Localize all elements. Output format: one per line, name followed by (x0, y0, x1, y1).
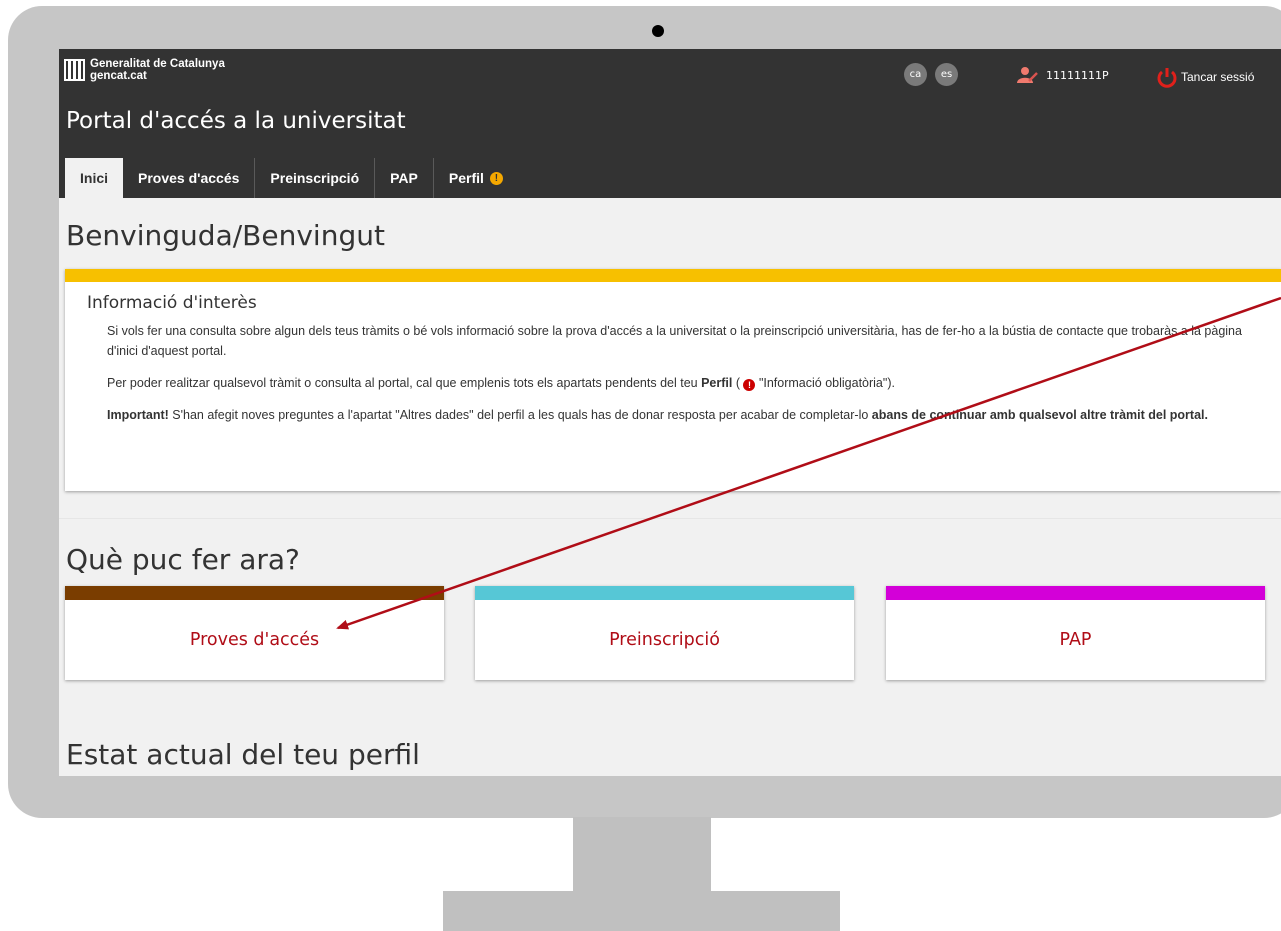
user-id: 11111111P (1046, 68, 1109, 82)
logout-button[interactable]: Tancar sessió (1156, 66, 1254, 88)
action-card-pap[interactable]: PAP (886, 586, 1265, 680)
tab-proves-acces[interactable]: Proves d'accés (123, 158, 256, 198)
main-tabs: Inici Proves d'accés Preinscripció PAP P… (65, 158, 518, 198)
logo-subtitle: gencat.cat (90, 70, 147, 82)
monitor-stand (443, 891, 840, 931)
card-accent (65, 586, 444, 600)
tab-inici[interactable]: Inici (65, 158, 124, 198)
portal-title: Portal d'accés a la universitat (66, 108, 406, 134)
header: Generalitat de Catalunya gencat.cat ca e… (59, 49, 1281, 198)
action-card-label[interactable]: Proves d'accés (65, 600, 444, 680)
profile-link-text: Perfil (701, 376, 733, 390)
monitor-neck (573, 817, 711, 891)
logout-label: Tancar sessió (1181, 70, 1255, 84)
logo-title: Generalitat de Catalunya (90, 58, 225, 70)
gencat-logo[interactable]: Generalitat de Catalunya gencat.cat (64, 58, 225, 82)
screen: Generalitat de Catalunya gencat.cat ca e… (59, 49, 1281, 776)
exclamation-icon: ! (743, 379, 756, 391)
info-card: Informació d'interès Si vols fer una con… (65, 269, 1281, 491)
tab-perfil[interactable]: Perfil ! (434, 158, 518, 198)
action-card-label[interactable]: Preinscripció (475, 600, 854, 680)
card-accent (886, 586, 1265, 600)
profile-status-title: Estat actual del teu perfil (66, 738, 420, 771)
tab-preinscripcio[interactable]: Preinscripció (255, 158, 376, 198)
power-icon (1157, 68, 1177, 88)
tab-perfil-label: Perfil (448, 170, 484, 186)
info-paragraph-contact: Si vols fer una consulta sobre algun del… (107, 324, 1242, 358)
info-paragraph-important: Important! S'han afegit noves preguntes … (107, 408, 1208, 422)
action-card-preinscripcio[interactable]: Preinscripció (475, 586, 854, 680)
user-icon (1017, 67, 1038, 83)
info-paragraph-profile: Per poder realitzar qualsevol tràmit o c… (107, 376, 895, 391)
lang-ca-button[interactable]: ca (904, 63, 927, 86)
user-menu[interactable]: 11111111P (1016, 66, 1109, 84)
card-accent (475, 586, 854, 600)
lang-es-button[interactable]: es (935, 63, 958, 86)
action-card-proves-acces[interactable]: Proves d'accés (65, 586, 444, 680)
tab-pap[interactable]: PAP (375, 158, 434, 198)
welcome-title: Benvinguda/Benvingut (66, 219, 385, 252)
info-title: Informació d'interès (87, 293, 257, 313)
action-card-label[interactable]: PAP (886, 600, 1265, 680)
monitor-illustration: Generalitat de Catalunya gencat.cat ca e… (0, 0, 1281, 931)
actions-title: Què puc fer ara? (66, 543, 300, 576)
webcam-dot (652, 25, 664, 37)
info-card-accent (65, 269, 1281, 282)
exclamation-circle-icon: ! (489, 171, 503, 185)
senyera-icon (64, 59, 85, 81)
